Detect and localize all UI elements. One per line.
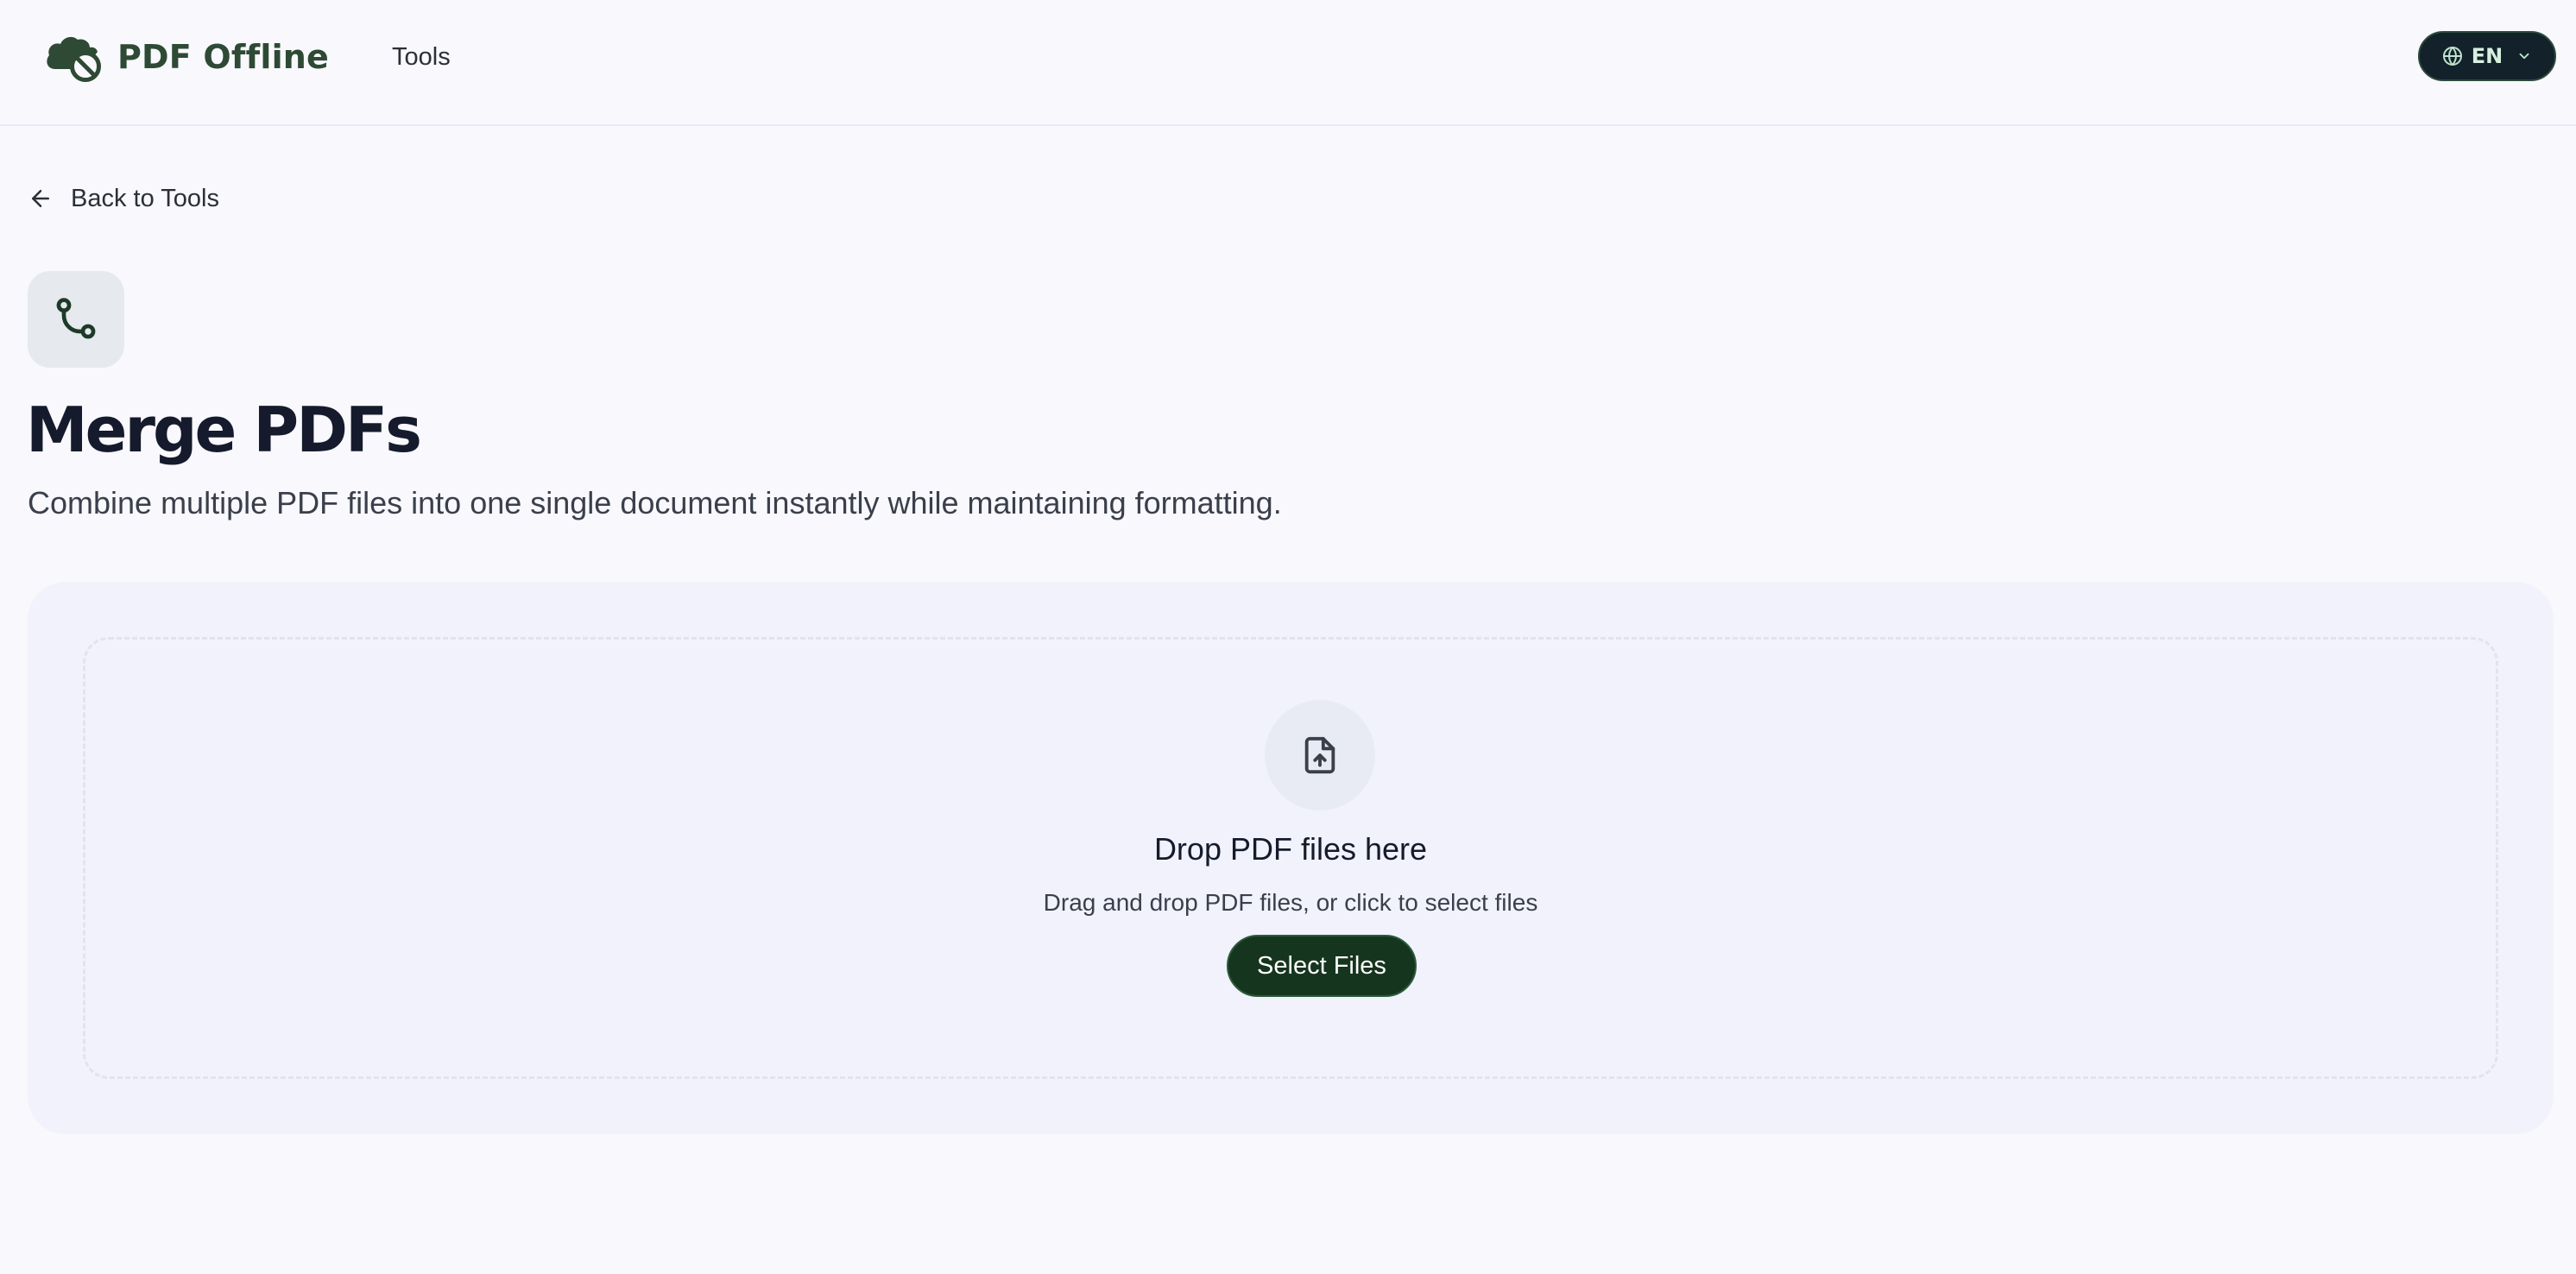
back-to-tools-label: Back to Tools [71,184,219,212]
top-navigation-bar: PDF Offline Tools EN [0,0,2576,126]
nav-link-tools[interactable]: Tools [392,40,451,74]
file-upload-icon [1304,736,1335,774]
language-selector-button[interactable]: EN [2418,31,2556,81]
page-title: Merge PDFs [26,394,422,466]
pdf-dropzone[interactable]: Drop PDF files here Drag and drop PDF fi… [83,637,2498,1079]
tool-icon-tile [28,271,124,368]
language-code: EN [2471,44,2503,68]
dropzone-hint: Drag and drop PDF files, or click to sel… [1043,889,1538,916]
brand-home-link[interactable]: PDF Offline [43,29,329,85]
page-subtitle: Combine multiple PDF files into one sing… [28,485,1282,520]
globe-icon [2442,47,2462,66]
select-files-button[interactable]: Select Files [1227,935,1417,997]
git-merge-icon [56,298,96,339]
chevron-down-icon [2519,53,2529,60]
back-to-tools-link[interactable]: Back to Tools [28,181,219,216]
cloud-no-sign-logo-icon [47,36,101,82]
arrow-left-icon [32,190,49,207]
brand-name: PDF Offline [117,38,330,76]
upload-card: Drop PDF files here Drag and drop PDF fi… [28,582,2554,1134]
dropzone-title: Drop PDF files here [1153,831,1428,867]
upload-icon-circle [1265,700,1375,810]
